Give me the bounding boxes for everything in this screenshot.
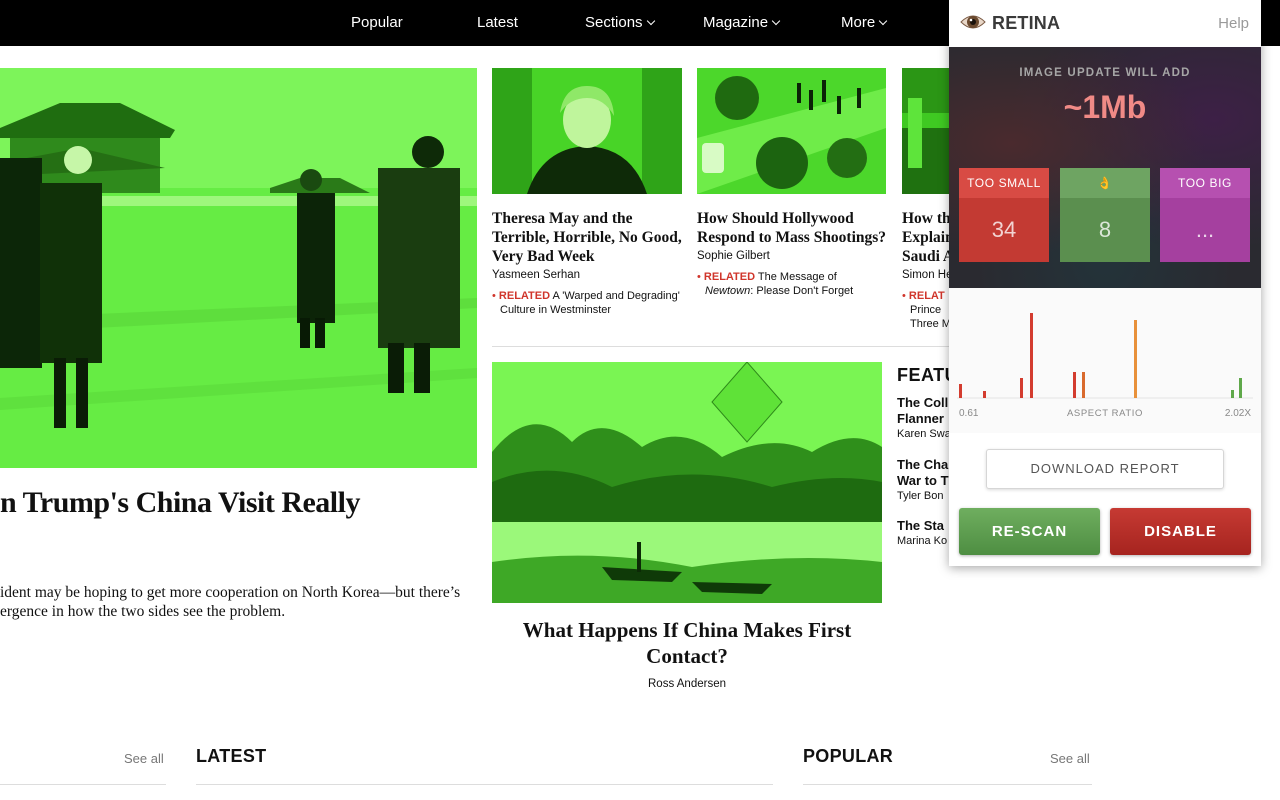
histogram-bars <box>957 313 1253 399</box>
feature-title: Flanner <box>897 411 944 426</box>
related-italic: Newtown <box>705 285 751 297</box>
related-text: The Message of <box>757 271 837 283</box>
nav-more[interactable]: More <box>841 0 888 46</box>
story-image-may[interactable] <box>492 68 682 194</box>
feature-byline: Marina Ko <box>897 535 948 547</box>
nav-more-label: More <box>841 14 876 31</box>
hero-dek-line1: ident may be hoping to get more cooperat… <box>0 584 461 601</box>
related-label: RELATED <box>498 290 551 302</box>
aspect-ratio-histogram: 0.61 ASPECT RATIO 2.02X <box>949 288 1261 433</box>
chevron-down-icon <box>771 16 781 26</box>
eye-icon <box>960 15 986 29</box>
histogram-axis-label: ASPECT RATIO <box>1066 408 1143 419</box>
story-byline[interactable]: Yasmeen Serhan <box>492 269 682 281</box>
download-report-button[interactable]: DOWNLOAD REPORT <box>986 449 1224 489</box>
story-byline[interactable]: Simon He <box>902 269 949 281</box>
hero-dek: ident may be hoping to get more cooperat… <box>0 583 480 621</box>
nav-popular[interactable]: Popular <box>351 0 403 46</box>
nav-sections-label: Sections <box>585 14 643 31</box>
bullet-icon: • <box>902 290 909 302</box>
chevron-down-icon <box>646 16 655 26</box>
related-link[interactable]: • RELATED A 'Warped and Degrading' Cultu… <box>492 289 682 317</box>
histogram-bar <box>983 391 986 398</box>
story-headline[interactable]: How Should Hollywood Respond to Mass Sho… <box>697 209 887 247</box>
retina-panel: RETINA Help IMAGE UPDATE WILL ADD ~1Mb T… <box>949 0 1261 566</box>
tile-label: TOO SMALL <box>959 168 1049 198</box>
feature-title: The Coll <box>897 395 949 410</box>
related-label: RELAT <box>908 290 945 302</box>
divider <box>0 784 166 785</box>
divider <box>196 784 773 785</box>
tile-value: ... <box>1195 217 1215 242</box>
story-headline[interactable]: How th Explain Saudi A <box>902 209 949 266</box>
disable-button[interactable]: DISABLE <box>1110 508 1251 555</box>
feature-item[interactable]: The Sta Marina Ko <box>897 518 957 547</box>
histogram-bar <box>1134 320 1137 398</box>
feature-item[interactable]: The Coll Flanner Karen Swa <box>897 395 957 440</box>
ok-hand-icon: 👌 <box>1060 168 1150 198</box>
center-story-image[interactable] <box>492 362 882 603</box>
story-card-saudi: How th Explain Saudi A Simon He • RELAT … <box>902 209 949 331</box>
nav-latest-label: Latest <box>477 14 518 31</box>
tile-label: TOO BIG <box>1160 168 1250 198</box>
update-size: ~1Mb <box>1063 89 1147 125</box>
histogram-bar <box>1082 372 1085 398</box>
nav-sections[interactable]: Sections <box>585 0 655 46</box>
tile-value: 34 <box>991 217 1017 242</box>
nav-magazine[interactable]: Magazine <box>703 0 781 46</box>
feature-title: The Cha <box>897 457 949 472</box>
tile-value: 8 <box>1098 217 1112 242</box>
nav-latest[interactable]: Latest <box>477 0 518 46</box>
latest-heading: LATEST <box>196 746 267 766</box>
histogram-bar <box>959 384 962 398</box>
related-text-post: : Please Don't Forget <box>750 285 854 297</box>
bullet-icon: • <box>697 271 704 283</box>
hero-image[interactable] <box>0 68 477 468</box>
story-card-hollywood: How Should Hollywood Respond to Mass Sho… <box>697 209 887 298</box>
retina-brand: RETINA <box>992 13 1061 33</box>
histogram-max-label: 2.02X <box>1224 408 1251 419</box>
divider <box>803 784 1092 785</box>
related-link[interactable]: • RELATED The Message of Newtown: Please… <box>697 270 887 298</box>
related-label: RELATED <box>703 271 756 283</box>
nav-magazine-label: Magazine <box>703 14 769 31</box>
see-all-link[interactable]: See all <box>1050 751 1090 766</box>
bullet-icon: • <box>492 290 499 302</box>
related-text: Prince Three M <box>910 304 949 330</box>
divider <box>492 346 949 347</box>
center-byline[interactable]: Ross Andersen <box>492 678 882 690</box>
feature-item[interactable]: The Cha War to T Tyler Bon <box>897 457 957 502</box>
story-card-may: Theresa May and the Terrible, Horrible, … <box>492 209 682 317</box>
story-image-hollywood[interactable] <box>697 68 886 194</box>
retina-summary: IMAGE UPDATE WILL ADD ~1Mb TOO SMALL 34 … <box>949 47 1261 288</box>
story-image-saudi[interactable] <box>902 68 949 194</box>
hero-headline[interactable]: n Trump's China Visit Really <box>0 486 360 520</box>
histogram-bar <box>1231 390 1234 398</box>
related-link[interactable]: • RELAT Prince Three M <box>902 289 949 331</box>
update-label: IMAGE UPDATE WILL ADD <box>1019 67 1191 79</box>
histogram-bar <box>1020 378 1023 398</box>
tile-too-big[interactable]: TOO BIG ... <box>1160 168 1250 262</box>
feature-byline: Tyler Bon <box>897 490 944 502</box>
histogram-bar <box>1073 372 1076 398</box>
see-all-link[interactable]: See all <box>124 751 164 766</box>
feature-title: The Sta <box>897 518 944 533</box>
histogram-bar <box>1239 378 1242 398</box>
retina-header: RETINA Help <box>949 0 1261 47</box>
help-link[interactable]: Help <box>1218 15 1249 32</box>
histogram-bar <box>1030 313 1033 398</box>
feature-byline: Karen Swa <box>897 428 951 440</box>
hero-dek-line2: ergence in how the two sides see the pro… <box>0 603 286 620</box>
story-headline[interactable]: Theresa May and the Terrible, Horrible, … <box>492 209 682 266</box>
popular-heading: POPULAR <box>803 746 894 766</box>
center-headline[interactable]: What Happens If China Makes First Contac… <box>492 617 882 669</box>
nav-popular-label: Popular <box>351 14 403 31</box>
chevron-down-icon <box>878 16 888 26</box>
rescan-button[interactable]: RE-SCAN <box>959 508 1100 555</box>
story-byline[interactable]: Sophie Gilbert <box>697 250 887 262</box>
feature-title: War to T <box>897 473 949 488</box>
tile-ok[interactable]: 👌 8 <box>1060 168 1150 262</box>
tile-too-small[interactable]: TOO SMALL 34 <box>959 168 1049 262</box>
